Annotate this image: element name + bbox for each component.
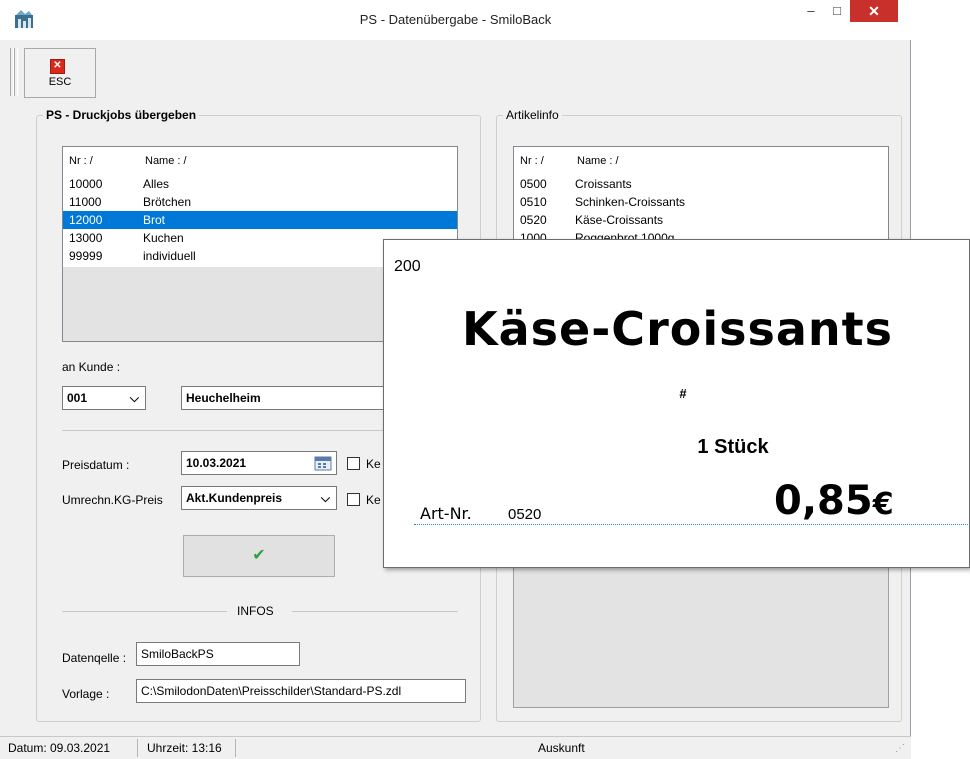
checkbox-2[interactable] xyxy=(347,493,360,506)
list-item-nr: 13000 xyxy=(69,231,103,245)
list-item[interactable]: 0500 Croissants xyxy=(514,175,888,193)
close-button[interactable]: ✕ xyxy=(850,0,898,22)
esc-button-label: ESC xyxy=(48,76,72,88)
list-item[interactable]: 11000 Brötchen xyxy=(63,193,457,211)
chevron-down-icon: ⌵ xyxy=(129,391,139,405)
resize-grip-icon[interactable]: ⋰ xyxy=(895,743,907,755)
kunde-label: an Kunde : xyxy=(62,360,121,374)
list-item-name: individuell xyxy=(143,249,196,263)
artikelinfo-group-title: Artikelinfo xyxy=(506,108,559,122)
list-item-nr: 12000 xyxy=(69,213,103,227)
artikel-rows: 0500 Croissants 0510 Schinken-Croissants… xyxy=(514,175,888,241)
price-label-preview: 200 Käse-Croissants # 1 Stück Art-Nr. 05… xyxy=(383,239,970,568)
status-divider xyxy=(137,739,138,757)
datenquelle-label: Datenqelle : xyxy=(62,651,127,665)
preisdatum-label: Preisdatum : xyxy=(62,458,130,472)
infos-divider-right xyxy=(292,611,458,612)
kunde-code-select[interactable]: 001 ⌵ xyxy=(62,386,146,410)
list-item[interactable]: 0510 Schinken-Croissants xyxy=(514,193,888,211)
infos-label: INFOS xyxy=(237,604,274,618)
label-quantity: 1 Stück xyxy=(697,436,769,458)
status-bar: Datum: 09.03.2021 Uhrzeit: 13:16 Auskunf… xyxy=(0,736,911,759)
label-hash: # xyxy=(679,386,687,401)
kunde-name-field[interactable]: Heuchelheim xyxy=(181,386,401,410)
checkbox-2-label: Ke xyxy=(366,493,381,507)
vorlage-label: Vorlage : xyxy=(62,687,110,701)
artikel-preview-area xyxy=(513,568,889,708)
list-item-selected[interactable]: 12000 Brot xyxy=(63,211,457,229)
label-top-number: 200 xyxy=(394,258,421,275)
label-product-name: Käse-Croissants xyxy=(461,302,894,356)
column-header-nr[interactable]: Nr : / xyxy=(69,155,93,167)
list-item[interactable]: 10000 Alles xyxy=(63,175,457,193)
list-item-name: Alles xyxy=(143,177,170,191)
preisdatum-value: 10.03.2021 xyxy=(186,456,247,470)
list-item-name: Kuchen xyxy=(143,231,184,245)
checkbox-1[interactable] xyxy=(347,457,360,470)
window-title: PS - Datenübergabe - SmiloBack xyxy=(359,12,552,27)
list-item-nr: 0500 xyxy=(520,177,547,191)
list-item-nr: 0510 xyxy=(520,195,547,209)
list-item-nr: 99999 xyxy=(69,249,103,263)
maximize-button[interactable]: □ xyxy=(824,0,850,22)
list-item[interactable]: 0520 Käse-Croissants xyxy=(514,211,888,229)
list-item-nr: 10000 xyxy=(69,177,103,191)
status-datum: Datum: 09.03.2021 xyxy=(8,741,111,755)
list-item-name: Brot xyxy=(143,213,166,227)
close-icon: ✕ xyxy=(50,59,65,74)
kunde-code-value: 001 xyxy=(67,391,88,405)
status-divider xyxy=(235,739,236,757)
list-item-nr: 0520 xyxy=(520,213,547,227)
umrechn-select[interactable]: Akt.Kundenpreis ⌵ xyxy=(181,486,337,510)
status-auskunft: Auskunft xyxy=(538,741,585,755)
status-uhrzeit: Uhrzeit: 13:16 xyxy=(147,741,222,755)
label-currency: € xyxy=(872,487,894,522)
list-item-name: Käse-Croissants xyxy=(575,213,664,227)
label-price: 0,85€ xyxy=(774,478,894,524)
label-art-nr-label: Art-Nr. xyxy=(420,504,472,523)
umrechn-value: Akt.Kundenpreis xyxy=(186,491,283,505)
checkmark-icon: ✔ xyxy=(252,547,266,564)
infos-divider-left xyxy=(62,611,227,612)
druckjobs-group-title: PS - Druckjobs übergeben xyxy=(46,108,197,122)
datenquelle-field[interactable]: SmiloBackPS xyxy=(136,642,300,666)
toolbar-grip-2 xyxy=(14,48,18,96)
minimize-button[interactable]: – xyxy=(798,0,824,22)
list-item-name: Brötchen xyxy=(143,195,192,209)
artikel-list[interactable]: Nr : / Name : / 0500 Croissants 0510 Sch… xyxy=(513,146,889,242)
list-item-name: Schinken-Croissants xyxy=(575,195,686,209)
vorlage-field[interactable]: C:\SmilodonDaten\Preisschilder\Standard-… xyxy=(136,679,466,703)
list-item-nr: 11000 xyxy=(69,195,102,209)
label-price-value: 0,85 xyxy=(774,478,873,524)
title-bar: PS - Datenübergabe - SmiloBack – □ ✕ xyxy=(0,0,911,40)
esc-button[interactable]: ✕ ESC xyxy=(24,48,96,98)
column-header-name[interactable]: Name : / xyxy=(145,155,187,167)
calendar-icon[interactable] xyxy=(314,455,332,471)
label-dotted-line xyxy=(414,524,970,525)
ok-button[interactable]: ✔ xyxy=(183,535,335,577)
chevron-down-icon: ⌵ xyxy=(320,491,330,505)
column-header-nr[interactable]: Nr : / xyxy=(520,155,544,167)
preisdatum-field[interactable]: 10.03.2021 xyxy=(181,451,337,475)
column-header-name[interactable]: Name : / xyxy=(577,155,619,167)
label-art-nr-value: 0520 xyxy=(508,506,542,523)
list-item-name: Croissants xyxy=(575,177,632,191)
umrechn-label: Umrechn.KG-Preis xyxy=(62,493,163,507)
checkbox-1-label: Ke xyxy=(366,457,381,471)
